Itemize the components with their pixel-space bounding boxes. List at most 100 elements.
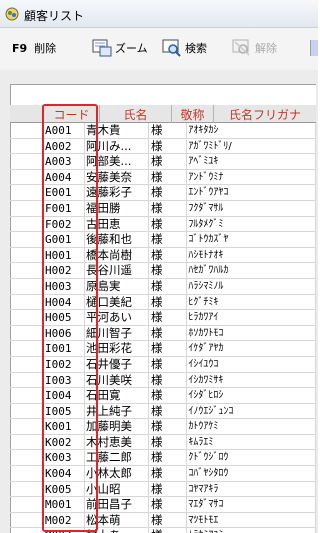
header-honorific[interactable]: 敬称: [172, 105, 214, 123]
cell-kana: ﾊｾｶﾞﾜﾊﾙｶ: [187, 263, 316, 279]
cell-code: H006: [44, 325, 85, 341]
cell-kana: ﾎｿｶﾜﾄﾓｺ: [187, 325, 316, 341]
cell-name: 小林太郎: [85, 466, 149, 482]
table-row[interactable]: M001 前田昌子様ﾏｴﾀﾞﾏｻｺ: [10, 497, 316, 513]
cell-code: A001: [44, 123, 85, 138]
cell-honorific: 様: [149, 403, 188, 419]
release-search-icon: [232, 39, 250, 56]
cell-name: 井上純子: [85, 403, 149, 419]
cell-honorific: 様: [149, 123, 188, 138]
table-row[interactable]: F002 古田恵様ﾌﾙﾀﾒｸﾞﾐ: [10, 216, 316, 233]
table-row[interactable]: K005 小山昭様ｺﾔﾏｱｷﾗ: [10, 481, 316, 498]
cell-kana: ﾌﾙﾀﾒｸﾞﾐ: [187, 216, 316, 232]
cell-code: M001: [44, 497, 85, 513]
cell-honorific: 様: [149, 294, 188, 310]
delete-fkey: F9: [12, 41, 28, 55]
cell-code: A004: [44, 169, 85, 185]
cell-code: K004: [44, 466, 85, 482]
table-row[interactable]: I002 石井優子様ｲｼｲﾕｳｺ: [10, 356, 316, 373]
table-row[interactable]: M003村上あ...様ﾑﾗｶﾐｱﾕﾐ: [10, 528, 316, 533]
toolbar: F9 削除 ズーム 検索 解除: [0, 28, 318, 70]
table-row[interactable]: H001 橋本尚樹様ﾊｼﾓﾄﾅｵｷ: [10, 247, 316, 264]
cell-kana: ｱｵｷﾀｶｼ: [187, 123, 316, 138]
cell-kana: ｺﾞﾄｳｶｽﾞﾔ: [187, 232, 316, 248]
cell-name: 後藤和也: [85, 232, 149, 248]
search-icon: [162, 39, 181, 57]
cell-code: I005: [44, 403, 85, 419]
table-row[interactable]: A002 阿川み... 様ｱｶﾞﾜﾐﾄﾞﾘ/: [10, 138, 316, 155]
cell-name: 前田昌子: [85, 497, 149, 513]
cell-code: H005: [44, 310, 85, 326]
cell-name: 石井優子: [85, 356, 149, 372]
table-row[interactable]: K002 木村恵美様ｷﾑﾗｴﾐ: [10, 434, 316, 451]
table-row[interactable]: H003 原島実様ﾊﾗｼﾏﾐﾉﾙ: [10, 278, 316, 295]
cell-name: 平河あい: [85, 310, 149, 326]
table-row[interactable]: E001 遠藤彩子様ｴﾝﾄﾞｳｱﾔｺ: [10, 185, 316, 201]
table-row[interactable]: K004 小林太郎様ｺﾊﾞﾔｼﾀﾛｳ: [10, 466, 316, 482]
cell-honorific: 様: [149, 232, 188, 248]
table-row[interactable]: A003 阿部美... 様ｱﾍﾞﾐﾕｷ: [10, 154, 316, 170]
table-row[interactable]: I003 石川美咲様ｲｼｶﾜﾐｻｷ: [10, 372, 316, 389]
table-row[interactable]: I001 池田彩花様ｲｹﾀﾞｱﾔｶ: [10, 341, 316, 357]
cell-kana: ﾌｸﾀﾞﾏｻﾙ: [187, 200, 316, 216]
cell-kana: ｶﾄｳｱｹﾐ: [187, 419, 316, 435]
cell-name: 小山昭: [85, 481, 149, 497]
header-kana[interactable]: 氏名フリガナ: [214, 105, 316, 123]
header-name[interactable]: 氏名: [100, 105, 172, 123]
release-label: 解除: [255, 42, 277, 55]
cell-honorific: 様: [149, 216, 188, 232]
cell-code: H002: [44, 263, 85, 279]
cell-honorific: 様: [149, 419, 188, 435]
table-row[interactable]: H002 長谷川遥様ﾊｾｶﾞﾜﾊﾙｶ: [10, 263, 316, 279]
table-row[interactable]: I004 石田寛様ｲｼﾀﾞﾋﾛｼ: [10, 388, 316, 404]
table-row[interactable]: H004 樋口美紀様ﾋｸﾞﾁﾐｷ: [10, 294, 316, 311]
table-row[interactable]: G001 後藤和也様ｺﾞﾄｳｶｽﾞﾔ: [10, 232, 316, 248]
zoom-button[interactable]: ズーム: [92, 38, 148, 58]
table-row[interactable]: I005 井上純子様ｲﾉｳｴｼﾞｭﾝｺ: [10, 403, 316, 420]
title-bar: 顧客リスト: [0, 0, 318, 28]
cell-name: 松本萌: [85, 512, 149, 528]
cell-kana: ﾏｴﾀﾞﾏｻｺ: [187, 497, 316, 513]
cell-kana: ｲﾉｳｴｼﾞｭﾝｺ: [187, 403, 316, 419]
cell-kana: ｸﾄﾞｳｼﾞﾛｳ: [187, 450, 316, 466]
table-row[interactable]: A004 安藤美奈様ｱﾝﾄﾞｳﾐﾅ: [10, 169, 316, 186]
zoom-icon: [92, 39, 112, 57]
table-row[interactable]: A001 青木貴様ｱｵｷﾀｶｼ: [10, 123, 316, 139]
cell-code: F002: [44, 216, 85, 232]
cell-code: I004: [44, 388, 85, 404]
table-row[interactable]: F001 福田勝様ﾌｸﾀﾞﾏｻﾙ: [10, 200, 316, 217]
cell-name: 古田恵: [85, 216, 149, 232]
toolbar-overflow-icon[interactable]: [310, 40, 318, 56]
release-button[interactable]: 解除: [232, 38, 277, 58]
cell-kana: ｺﾊﾞﾔｼﾀﾛｳ: [187, 466, 316, 482]
cell-code: K003: [44, 450, 85, 466]
cell-code: I002: [44, 356, 85, 372]
cell-kana: ﾊｼﾓﾄﾅｵｷ: [187, 247, 316, 263]
cell-name: 阿川み...: [85, 138, 149, 154]
table-row[interactable]: K003 工藤二郎様ｸﾄﾞｳｼﾞﾛｳ: [10, 450, 316, 467]
table-row[interactable]: K001 加藤明美様ｶﾄｳｱｹﾐ: [10, 419, 316, 435]
cell-code: F001: [44, 200, 85, 216]
cell-honorific: 様: [149, 154, 188, 170]
cell-kana: ﾋｸﾞﾁﾐｷ: [187, 294, 316, 310]
header-spacer: [10, 105, 44, 123]
window-title: 顧客リスト: [24, 9, 85, 23]
search-button[interactable]: 検索: [162, 38, 207, 58]
cell-honorific: 様: [149, 466, 188, 482]
table-row[interactable]: H005 平河あい様ﾋﾗｶﾜｱｲ: [10, 310, 316, 326]
cell-name: 阿部美...: [85, 154, 149, 170]
cell-name: 青木貴: [85, 123, 149, 138]
cell-honorific: 様: [149, 434, 188, 450]
table-row[interactable]: H006 細川智子様ﾎｿｶﾜﾄﾓｺ: [10, 325, 316, 342]
cell-code: K005: [44, 481, 85, 497]
cell-code: H004: [44, 294, 85, 310]
cell-honorific: 様: [149, 497, 188, 513]
cell-code: A003: [44, 154, 85, 170]
cell-name: 樋口美紀: [85, 294, 149, 310]
header-code[interactable]: コード: [44, 105, 100, 123]
cell-name: 原島実: [85, 278, 149, 294]
table-row[interactable]: M002 松本萌様ﾏﾂﾓﾄﾓｴ: [10, 512, 316, 529]
cell-code: K002: [44, 434, 85, 450]
delete-button[interactable]: F9 削除: [12, 38, 56, 58]
cell-name: 長谷川遥: [85, 263, 149, 279]
